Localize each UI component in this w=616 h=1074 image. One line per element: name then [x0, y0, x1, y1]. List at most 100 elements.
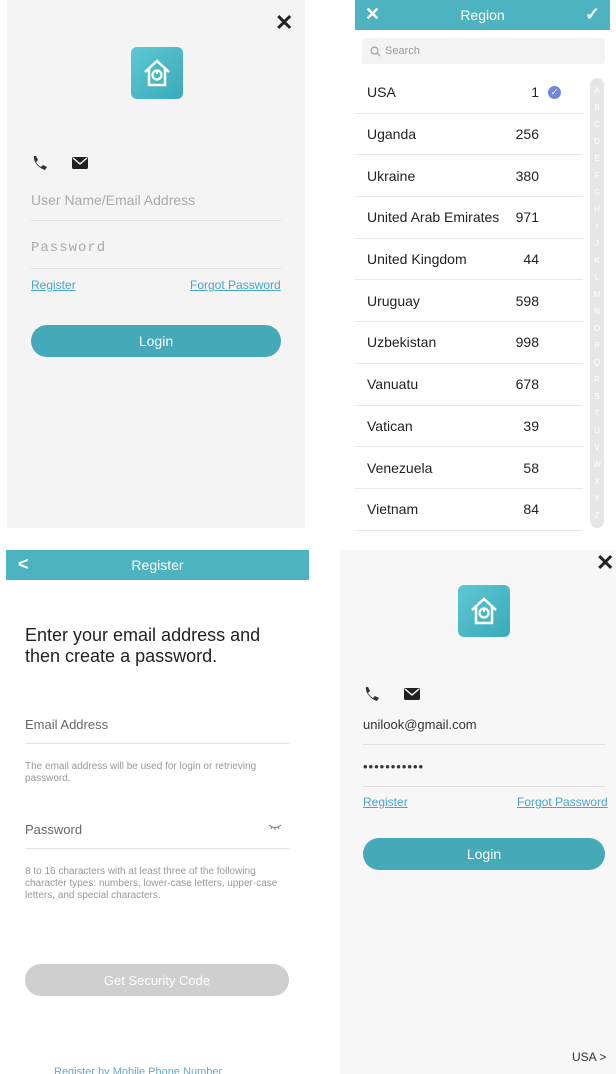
login-mode-icons [31, 154, 89, 172]
forgot-password-link[interactable]: Forgot Password [190, 278, 281, 292]
search-placeholder: Search [385, 45, 420, 57]
home-camera-icon [144, 59, 170, 87]
login-mode-icons [363, 685, 421, 703]
password-input[interactable]: ••••••••••• [363, 759, 605, 787]
app-logo [131, 47, 183, 99]
alphabet-letter[interactable]: X [594, 477, 599, 486]
region-code: 598 [515, 292, 539, 309]
login-filled-screen: ✕ unilook@gmail.com ••••••••••• Register… [340, 550, 616, 1074]
region-row[interactable]: Uzbekistan 998 [355, 322, 583, 364]
region-code: 58 [523, 459, 539, 476]
alphabet-letter[interactable]: D [594, 137, 600, 146]
alphabet-index[interactable]: ABCDEFGHIJKLMNOPQRSTUVWXYZ [590, 78, 604, 528]
username-input[interactable]: unilook@gmail.com [363, 717, 605, 745]
alphabet-letter[interactable]: H [594, 205, 600, 214]
login-button[interactable]: Login [363, 838, 605, 870]
region-row[interactable]: USA 1 ✓ [355, 72, 583, 114]
region-code: 1 [531, 84, 539, 101]
register-link[interactable]: Register [31, 278, 76, 292]
alphabet-letter[interactable]: O [594, 324, 600, 333]
alphabet-letter[interactable]: F [595, 171, 600, 180]
back-icon[interactable]: < [18, 554, 29, 575]
region-name: Uzbekistan [367, 334, 437, 351]
alphabet-letter[interactable]: K [594, 256, 599, 265]
alphabet-letter[interactable]: M [594, 290, 601, 299]
alphabet-letter[interactable]: L [595, 273, 599, 282]
region-header: ✕ Region ✓ [355, 0, 610, 30]
region-name: Vatican [367, 417, 413, 434]
home-camera-icon [471, 597, 497, 625]
alphabet-letter[interactable]: G [594, 188, 600, 197]
alphabet-letter[interactable]: A [594, 86, 599, 95]
login-button[interactable]: Login [31, 325, 281, 357]
region-row[interactable]: Uganda 256 [355, 114, 583, 156]
register-by-phone-link[interactable]: Register by Mobile Phone Number [54, 1066, 222, 1074]
alphabet-letter[interactable]: P [594, 341, 599, 350]
region-title: Region [460, 7, 505, 23]
region-name: Vietnam [367, 501, 419, 518]
region-row[interactable]: Uruguay 598 [355, 280, 583, 323]
search-icon [370, 46, 381, 56]
alphabet-letter[interactable]: V [594, 443, 599, 452]
region-code: 39 [523, 417, 539, 434]
region-list: USA 1 ✓ Uganda 256 Ukraine 380 United Arab Emir… [355, 72, 583, 531]
region-row[interactable]: Vietnam 84 [355, 489, 583, 531]
region-name: Uganda [367, 126, 417, 143]
region-code: 380 [515, 167, 539, 184]
password-input[interactable]: Password [31, 240, 281, 269]
search-input[interactable]: Search [362, 38, 605, 64]
alphabet-letter[interactable]: Q [594, 358, 600, 367]
register-screen: < Register Enter your email address and … [6, 550, 309, 1074]
selected-check-icon: ✓ [548, 86, 561, 99]
alphabet-letter[interactable]: I [596, 222, 598, 231]
region-code: 971 [515, 209, 539, 226]
region-name: USA [367, 84, 396, 101]
username-input[interactable]: User Name/Email Address [31, 192, 281, 221]
password-note: 8 to 16 characters with at least three o… [25, 866, 278, 901]
email-icon[interactable] [71, 154, 89, 172]
alphabet-letter[interactable]: W [593, 460, 601, 469]
region-name: Uruguay [367, 292, 420, 309]
alphabet-letter[interactable]: J [595, 239, 599, 248]
forgot-password-link[interactable]: Forgot Password [517, 795, 608, 809]
region-code: 998 [515, 334, 539, 351]
eye-closed-icon[interactable] [268, 824, 282, 830]
alphabet-letter[interactable]: B [594, 103, 599, 112]
alphabet-letter[interactable]: T [595, 409, 600, 418]
login-screen: ✕ User Name/Email Address Password Regis… [7, 0, 305, 528]
alphabet-letter[interactable]: E [594, 154, 599, 163]
confirm-check-icon[interactable]: ✓ [585, 4, 600, 25]
region-selector[interactable]: USA > [572, 1050, 606, 1064]
email-note: The email address will be used for login… [25, 761, 257, 784]
alphabet-letter[interactable]: U [594, 426, 600, 435]
close-icon[interactable]: ✕ [275, 12, 293, 34]
alphabet-letter[interactable]: S [594, 392, 599, 401]
region-code: 84 [523, 501, 539, 518]
email-field[interactable]: Email Address [25, 717, 289, 744]
region-code: 256 [515, 126, 539, 143]
app-logo [458, 585, 510, 637]
register-title: Register [131, 557, 184, 573]
alphabet-letter[interactable]: Z [595, 511, 600, 520]
region-name: Ukraine [367, 167, 416, 184]
password-field[interactable]: Password [25, 822, 289, 849]
register-link[interactable]: Register [363, 795, 408, 809]
region-row[interactable]: United Kingdom 44 [355, 239, 583, 281]
alphabet-letter[interactable]: N [594, 307, 600, 316]
region-row[interactable]: Vanuatu 678 [355, 364, 583, 406]
get-security-code-button[interactable]: Get Security Code [25, 964, 289, 996]
close-icon[interactable]: ✕ [365, 4, 380, 25]
alphabet-letter[interactable]: Y [594, 494, 599, 503]
phone-icon[interactable] [31, 154, 49, 172]
email-icon[interactable] [403, 685, 421, 703]
alphabet-letter[interactable]: C [594, 120, 600, 129]
region-row[interactable]: Vatican 39 [355, 406, 583, 448]
close-icon[interactable]: ✕ [596, 552, 614, 574]
region-screen: ✕ Region ✓ Search USA 1 ✓ Uganda 256 Ukraine 3… [355, 0, 610, 532]
region-row[interactable]: Venezuela 58 [355, 447, 583, 489]
region-name: United Arab Emirates [367, 209, 500, 226]
region-row[interactable]: Ukraine 380 [355, 155, 583, 198]
phone-icon[interactable] [363, 685, 381, 703]
alphabet-letter[interactable]: R [594, 375, 600, 384]
region-row[interactable]: United Arab Emirates 971 [355, 197, 583, 239]
